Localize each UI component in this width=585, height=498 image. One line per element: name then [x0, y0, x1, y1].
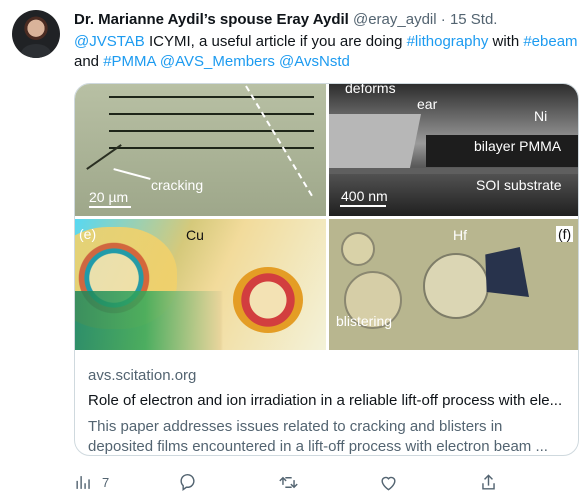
hf-label: Hf: [453, 227, 467, 243]
blistering-label: blistering: [336, 313, 393, 329]
retweet-icon: [279, 476, 298, 488]
share-icon: [482, 473, 495, 490]
copper-film-panel: (e) Cu: [75, 219, 326, 350]
card-description: This paper addresses issues related to c…: [88, 418, 548, 455]
hashtag-link[interactable]: #ebeam: [523, 33, 577, 50]
mention-link[interactable]: @AVS_Members: [160, 53, 275, 70]
cracking-label: cracking: [151, 177, 204, 193]
panel-e-label: (e): [79, 226, 97, 242]
analytics-button[interactable]: 7: [74, 472, 109, 492]
tweet-text-segment: and: [74, 53, 104, 70]
card-title[interactable]: Role of electron and ion irradiation in …: [88, 391, 568, 411]
tweet-actions: 7: [74, 472, 514, 492]
retweet-button[interactable]: [279, 472, 298, 492]
article-preview-image: cracking 20 µm deforms ear Ni bilayer PM…: [75, 84, 578, 350]
soi-substrate-label: SOI substrate: [476, 177, 562, 193]
card-metadata: avs.scitation.org Role of electron and i…: [88, 366, 568, 455]
hafnium-film-panel: Hf (f) blistering: [329, 219, 578, 350]
link-preview-card[interactable]: cracking 20 µm deforms ear Ni bilayer PM…: [74, 83, 579, 456]
scale-label-400nm: 400 nm: [341, 188, 388, 204]
tweet-text-segment: ICYMI, a useful article if you are doing: [144, 33, 407, 50]
ni-label: Ni: [534, 108, 548, 124]
bilayer-pmma-label: bilayer PMMA: [474, 138, 562, 154]
author-handle[interactable]: @eray_aydil: [353, 11, 437, 28]
analytics-count: 7: [102, 474, 110, 490]
mention-link[interactable]: @AvsNstd: [279, 53, 350, 70]
ear-label: ear: [417, 96, 438, 112]
tweet-time[interactable]: 15 Std.: [450, 11, 498, 28]
cu-label: Cu: [186, 227, 204, 243]
like-button[interactable]: [379, 472, 398, 492]
scale-label-20um: 20 µm: [89, 189, 129, 205]
analytics-icon: [76, 475, 90, 489]
hashtag-link[interactable]: #lithography: [407, 33, 489, 50]
mention-link[interactable]: @JVSTAB: [74, 33, 145, 50]
like-icon: [381, 476, 396, 490]
author-name[interactable]: Dr. Marianne Aydil’s spouse Eray Aydil: [74, 11, 349, 28]
card-domain: avs.scitation.org: [88, 367, 197, 384]
deforms-label: deforms: [345, 84, 396, 96]
tweet-header: Dr. Marianne Aydil’s spouse Eray Aydil @…: [74, 10, 573, 30]
reply-button[interactable]: [180, 472, 199, 492]
time-separator: ·: [440, 11, 446, 28]
hashtag-link[interactable]: #PMMA: [103, 53, 156, 70]
share-button[interactable]: [479, 472, 498, 492]
tweet-text-segment: with: [488, 33, 524, 50]
tweet-text: @JVSTAB ICYMI, a useful article if you a…: [74, 32, 579, 72]
panel-f-label: (f): [556, 226, 574, 242]
reply-icon: [180, 473, 195, 491]
cracking-panel: cracking 20 µm: [75, 84, 326, 216]
author-avatar[interactable]: [12, 10, 60, 58]
sem-cross-section-panel: deforms ear Ni bilayer PMMA SOI substrat…: [329, 84, 578, 216]
